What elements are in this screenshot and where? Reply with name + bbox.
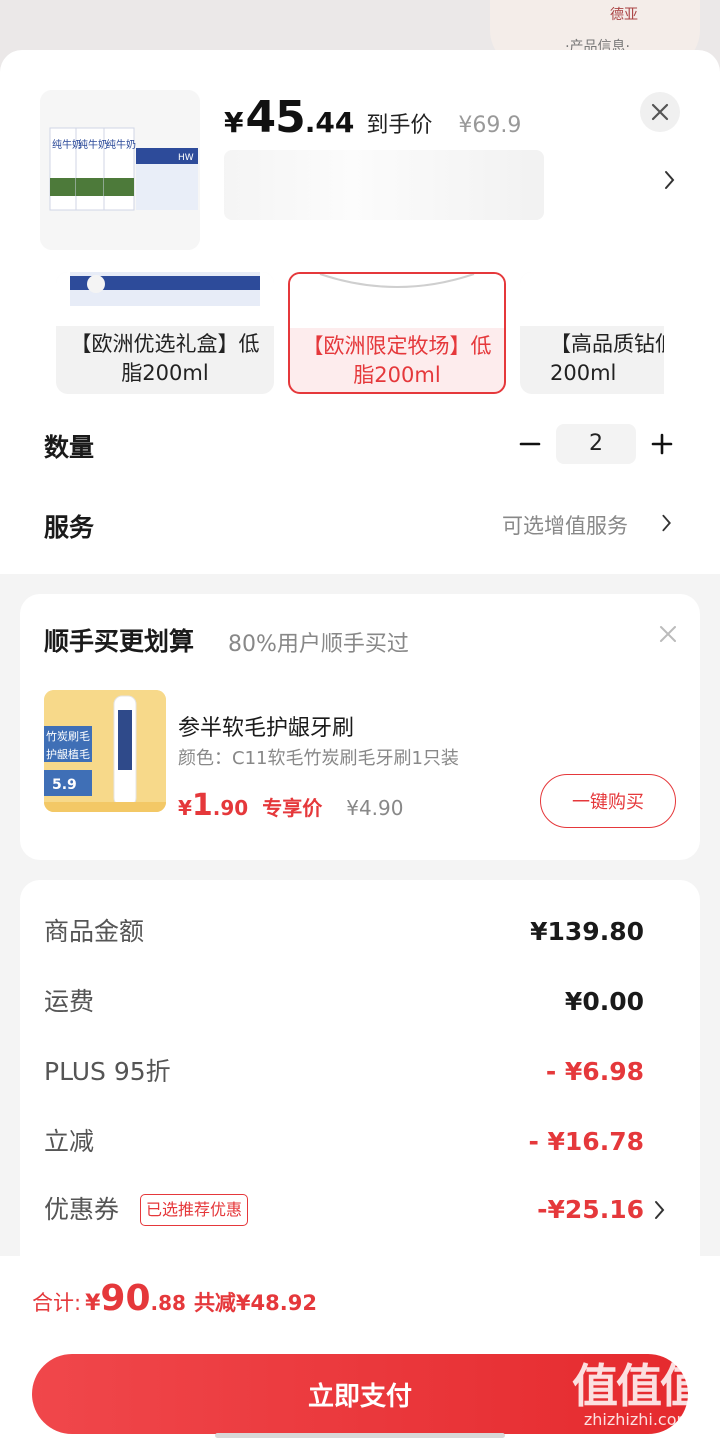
close-button[interactable] <box>640 92 680 132</box>
price-decimal: .44 <box>304 106 355 139</box>
variant-option[interactable]: 【欧洲优选礼盒】低脂200ml <box>56 272 274 394</box>
close-icon[interactable] <box>656 622 680 646</box>
quantity-decrease-button[interactable] <box>514 428 546 460</box>
total-row: 合计: ¥ 90 .88 共减¥48.92 <box>32 1278 317 1319</box>
total-label: 合计: <box>32 1291 82 1315</box>
svg-text:护龈植毛: 护龈植毛 <box>46 747 90 761</box>
svg-text:5.9: 5.9 <box>52 777 77 793</box>
summary-row-instant-discount: 立减 - ¥16.78 <box>44 1122 672 1162</box>
summary-label: 运费 <box>44 987 95 1016</box>
summary-value: ¥0.00 <box>564 987 644 1016</box>
addon-product-name[interactable]: 参半软毛护龈牙刷 <box>178 710 354 742</box>
product-thumbnail[interactable]: HW 纯牛奶 纯牛奶 纯牛奶 <box>40 90 200 250</box>
variant-label: 【高品质钻低脂200ml <box>550 332 664 385</box>
close-icon <box>651 103 669 121</box>
variant-selector: 【欧洲优选礼盒】低脂200ml 【欧洲限定牧场】低脂200ml 【高品质钻低脂2… <box>56 272 664 396</box>
summary-label: 商品金额 <box>44 917 145 946</box>
service-label: 服务 <box>44 513 95 542</box>
variant-image <box>520 272 664 326</box>
addon-title: 顺手买更划算 <box>44 627 195 656</box>
home-indicator <box>215 1433 505 1438</box>
summary-label: 立减 <box>44 1127 95 1156</box>
variant-image <box>290 274 504 328</box>
site-watermark: 值值值 zhizhizhi.com <box>560 1354 716 1438</box>
variant-label: 【欧洲优选礼盒】低脂200ml <box>70 332 260 385</box>
total-saved: 共减¥48.92 <box>193 1291 317 1315</box>
quantity-increase-button[interactable] <box>646 428 678 460</box>
price-row: ¥ 45 .44 到手价 ¥69.9 <box>224 92 521 143</box>
one-click-buy-button[interactable]: 一键购买 <box>540 774 676 828</box>
watermark-logo: 值值值 <box>572 1359 706 1413</box>
purchase-sheet: HW 纯牛奶 纯牛奶 纯牛奶 ¥ 45 .44 到手价 ¥69.9 【欧洲优选礼… <box>0 50 720 1440</box>
summary-row-shipping: 运费 ¥0.00 <box>44 982 672 1022</box>
summary-value: ¥139.80 <box>530 917 644 946</box>
coupon-badge: 已选推荐优惠 <box>140 1194 249 1226</box>
total-integer: 90 <box>100 1278 151 1319</box>
summary-label: 优惠券 <box>44 1195 120 1224</box>
milk-box-image: HW 纯牛奶 纯牛奶 纯牛奶 <box>40 90 200 250</box>
addon-price-currency: ¥ <box>178 796 192 820</box>
summary-value: - ¥6.98 <box>545 1057 644 1086</box>
price-integer: 45 <box>245 92 305 143</box>
summary-value: - ¥16.78 <box>528 1127 644 1156</box>
background-brand: 德亚 <box>610 7 638 23</box>
variant-option-selected[interactable]: 【欧洲限定牧场】低脂200ml <box>288 272 506 394</box>
summary-value: -¥25.16 <box>537 1195 644 1224</box>
total-currency: ¥ <box>85 1291 101 1316</box>
quantity-input[interactable]: 2 <box>556 424 636 464</box>
summary-row-goods: 商品金额 ¥139.80 <box>44 912 672 952</box>
svg-text:HW: HW <box>178 153 194 163</box>
svg-text:纯牛奶: 纯牛奶 <box>78 138 108 151</box>
service-value[interactable]: 可选增值服务 <box>502 510 628 540</box>
variant-image <box>56 272 274 326</box>
product-options-card: HW 纯牛奶 纯牛奶 纯牛奶 ¥ 45 .44 到手价 ¥69.9 【欧洲优选礼… <box>0 50 720 574</box>
chevron-right-icon[interactable] <box>656 512 678 534</box>
addon-recommendation-card: 顺手买更划算 80%用户顺手买过 竹炭刷毛 护龈植毛 5.9 参半软毛护龈牙刷 … <box>20 594 700 860</box>
price-currency: ¥ <box>224 106 244 139</box>
addon-price-row: ¥ 1 .90 专享价 ¥4.90 <box>178 788 404 823</box>
total-decimal: .88 <box>150 1291 186 1315</box>
addon-original-price: ¥4.90 <box>346 796 404 820</box>
plus-icon <box>651 433 673 455</box>
summary-row-plus-discount: PLUS 95折 - ¥6.98 <box>44 1052 672 1092</box>
final-price-label: 到手价 <box>366 113 433 138</box>
watermark-text: zhizhizhi.com <box>583 1410 693 1429</box>
svg-text:纯牛奶: 纯牛奶 <box>106 138 136 151</box>
minus-icon <box>519 442 541 446</box>
addon-price-tag: 专享价 <box>262 796 323 820</box>
order-summary-card: 商品金额 ¥139.80 运费 ¥0.00 PLUS 95折 - ¥6.98 立… <box>20 880 700 1300</box>
addon-thumbnail[interactable]: 竹炭刷毛 护龈植毛 5.9 <box>44 690 166 812</box>
addon-subtitle: 80%用户顺手买过 <box>228 632 409 657</box>
quantity-label: 数量 <box>44 433 95 462</box>
summary-label: PLUS 95折 <box>44 1057 171 1086</box>
addon-product-spec: 颜色：C11软毛竹炭刷毛牙刷1只装 <box>178 748 459 769</box>
selected-spec-preview <box>224 150 544 220</box>
addon-price-decimal: .90 <box>212 796 249 820</box>
variant-option[interactable]: 【高品质钻低脂200ml <box>520 272 664 394</box>
summary-row-coupon[interactable]: 优惠券 已选推荐优惠 -¥25.16 <box>44 1190 672 1230</box>
original-price: ¥69.9 <box>458 113 522 138</box>
svg-text:竹炭刷毛: 竹炭刷毛 <box>46 729 90 743</box>
chevron-right-icon[interactable] <box>658 168 682 192</box>
chevron-right-icon[interactable] <box>648 1198 672 1222</box>
variant-label: 【欧洲限定牧场】低脂200ml <box>302 334 492 387</box>
addon-price-integer: 1 <box>191 788 213 823</box>
